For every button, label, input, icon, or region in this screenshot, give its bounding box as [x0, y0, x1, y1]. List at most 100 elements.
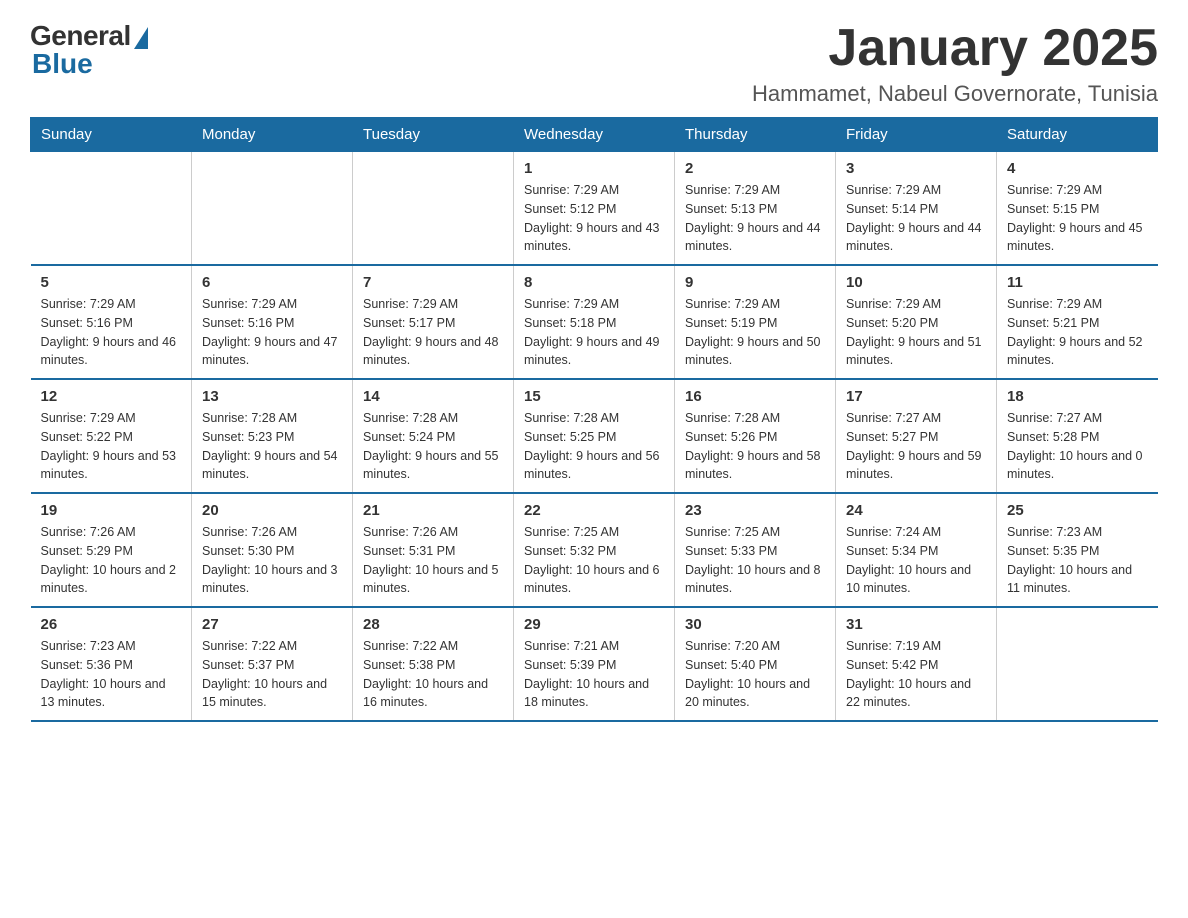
day-info: Sunrise: 7:23 AM Sunset: 5:36 PM Dayligh… — [41, 637, 182, 712]
day-number: 11 — [1007, 274, 1148, 291]
calendar-cell: 27 Sunrise: 7:22 AM Sunset: 5:37 PM Dayli… — [192, 607, 353, 721]
calendar-week-row: 1 Sunrise: 7:29 AM Sunset: 5:12 PM Daylig… — [31, 152, 1158, 266]
day-number: 15 — [524, 388, 664, 405]
day-number: 17 — [846, 388, 986, 405]
day-info: Sunrise: 7:29 AM Sunset: 5:13 PM Dayligh… — [685, 181, 825, 256]
calendar-cell: 25Sunrise: 7:23 AM Sunset: 5:35 PM Dayli… — [997, 493, 1158, 607]
day-number: 20 — [202, 502, 342, 519]
day-info: Sunrise: 7:29 AM Sunset: 5:19 PM Dayligh… — [685, 295, 825, 370]
calendar-cell: 11Sunrise: 7:29 AM Sunset: 5:21 PM Dayli… — [997, 265, 1158, 379]
calendar-cell: 29 Sunrise: 7:21 AM Sunset: 5:39 PM Dayli… — [514, 607, 675, 721]
day-number: 5 — [41, 274, 182, 291]
calendar-cell: 17Sunrise: 7:27 AM Sunset: 5:27 PM Dayli… — [836, 379, 997, 493]
day-info: Sunrise: 7:29 AM Sunset: 5:16 PM Dayligh… — [202, 295, 342, 370]
day-number: 19 — [41, 502, 182, 519]
day-info: Sunrise: 7:19 AM Sunset: 5:42 PM Dayligh… — [846, 637, 986, 712]
day-info: Sunrise: 7:23 AM Sunset: 5:35 PM Dayligh… — [1007, 523, 1148, 598]
calendar-cell: 8 Sunrise: 7:29 AM Sunset: 5:18 PM Daylig… — [514, 265, 675, 379]
calendar-cell: 14 Sunrise: 7:28 AM Sunset: 5:24 PM Dayli… — [353, 379, 514, 493]
calendar-cell: 7Sunrise: 7:29 AM Sunset: 5:17 PM Daylig… — [353, 265, 514, 379]
calendar-cell: 18 Sunrise: 7:27 AM Sunset: 5:28 PM Dayli… — [997, 379, 1158, 493]
day-number: 8 — [524, 274, 664, 291]
calendar-cell: 30Sunrise: 7:20 AM Sunset: 5:40 PM Dayli… — [675, 607, 836, 721]
calendar-cell: 28 Sunrise: 7:22 AM Sunset: 5:38 PM Dayli… — [353, 607, 514, 721]
day-number: 18 — [1007, 388, 1148, 405]
day-info: Sunrise: 7:29 AM Sunset: 5:20 PM Dayligh… — [846, 295, 986, 370]
title-block: January 2025 Hammamet, Nabeul Governorat… — [752, 20, 1158, 107]
day-number: 21 — [363, 502, 503, 519]
calendar-header-sunday: Sunday — [31, 118, 192, 152]
day-info: Sunrise: 7:29 AM Sunset: 5:15 PM Dayligh… — [1007, 181, 1148, 256]
calendar-week-row: 5 Sunrise: 7:29 AM Sunset: 5:16 PM Daylig… — [31, 265, 1158, 379]
day-info: Sunrise: 7:22 AM Sunset: 5:37 PM Dayligh… — [202, 637, 342, 712]
day-number: 27 — [202, 616, 342, 633]
day-number: 13 — [202, 388, 342, 405]
day-info: Sunrise: 7:29 AM Sunset: 5:17 PM Dayligh… — [363, 295, 503, 370]
calendar-header-monday: Monday — [192, 118, 353, 152]
calendar-cell: 22Sunrise: 7:25 AM Sunset: 5:32 PM Dayli… — [514, 493, 675, 607]
day-info: Sunrise: 7:26 AM Sunset: 5:29 PM Dayligh… — [41, 523, 182, 598]
day-number: 28 — [363, 616, 503, 633]
calendar-header-tuesday: Tuesday — [353, 118, 514, 152]
calendar-cell: 21 Sunrise: 7:26 AM Sunset: 5:31 PM Dayli… — [353, 493, 514, 607]
day-info: Sunrise: 7:25 AM Sunset: 5:33 PM Dayligh… — [685, 523, 825, 598]
day-number: 26 — [41, 616, 182, 633]
calendar-cell — [997, 607, 1158, 721]
calendar-cell: 16 Sunrise: 7:28 AM Sunset: 5:26 PM Dayli… — [675, 379, 836, 493]
day-number: 1 — [524, 160, 664, 177]
day-info: Sunrise: 7:20 AM Sunset: 5:40 PM Dayligh… — [685, 637, 825, 712]
day-info: Sunrise: 7:26 AM Sunset: 5:31 PM Dayligh… — [363, 523, 503, 598]
day-number: 29 — [524, 616, 664, 633]
calendar-cell: 26 Sunrise: 7:23 AM Sunset: 5:36 PM Dayli… — [31, 607, 192, 721]
logo-triangle-icon — [134, 27, 148, 49]
day-number: 31 — [846, 616, 986, 633]
calendar-cell: 4 Sunrise: 7:29 AM Sunset: 5:15 PM Daylig… — [997, 152, 1158, 266]
month-title: January 2025 — [752, 20, 1158, 77]
day-number: 6 — [202, 274, 342, 291]
day-info: Sunrise: 7:28 AM Sunset: 5:24 PM Dayligh… — [363, 409, 503, 484]
calendar-week-row: 12 Sunrise: 7:29 AM Sunset: 5:22 PM Dayli… — [31, 379, 1158, 493]
calendar-header-wednesday: Wednesday — [514, 118, 675, 152]
calendar-cell: 23 Sunrise: 7:25 AM Sunset: 5:33 PM Dayli… — [675, 493, 836, 607]
day-number: 16 — [685, 388, 825, 405]
calendar-cell: 6 Sunrise: 7:29 AM Sunset: 5:16 PM Daylig… — [192, 265, 353, 379]
day-info: Sunrise: 7:28 AM Sunset: 5:23 PM Dayligh… — [202, 409, 342, 484]
calendar-cell: 13 Sunrise: 7:28 AM Sunset: 5:23 PM Dayli… — [192, 379, 353, 493]
day-info: Sunrise: 7:22 AM Sunset: 5:38 PM Dayligh… — [363, 637, 503, 712]
day-info: Sunrise: 7:26 AM Sunset: 5:30 PM Dayligh… — [202, 523, 342, 598]
day-info: Sunrise: 7:29 AM Sunset: 5:18 PM Dayligh… — [524, 295, 664, 370]
day-info: Sunrise: 7:24 AM Sunset: 5:34 PM Dayligh… — [846, 523, 986, 598]
day-number: 10 — [846, 274, 986, 291]
calendar-cell — [353, 152, 514, 266]
calendar-cell: 15 Sunrise: 7:28 AM Sunset: 5:25 PM Dayli… — [514, 379, 675, 493]
day-info: Sunrise: 7:29 AM Sunset: 5:12 PM Dayligh… — [524, 181, 664, 256]
day-info: Sunrise: 7:21 AM Sunset: 5:39 PM Dayligh… — [524, 637, 664, 712]
calendar-cell: 10 Sunrise: 7:29 AM Sunset: 5:20 PM Dayli… — [836, 265, 997, 379]
calendar-cell: 2Sunrise: 7:29 AM Sunset: 5:13 PM Daylig… — [675, 152, 836, 266]
calendar-cell — [31, 152, 192, 266]
day-number: 12 — [41, 388, 182, 405]
calendar-cell: 9 Sunrise: 7:29 AM Sunset: 5:19 PM Daylig… — [675, 265, 836, 379]
logo: General Blue — [30, 20, 148, 80]
calendar-header-row: SundayMondayTuesdayWednesdayThursdayFrid… — [31, 118, 1158, 152]
calendar-cell: 12 Sunrise: 7:29 AM Sunset: 5:22 PM Dayli… — [31, 379, 192, 493]
day-number: 3 — [846, 160, 986, 177]
calendar-cell: 5 Sunrise: 7:29 AM Sunset: 5:16 PM Daylig… — [31, 265, 192, 379]
calendar-table: SundayMondayTuesdayWednesdayThursdayFrid… — [30, 117, 1158, 722]
calendar-cell: 1 Sunrise: 7:29 AM Sunset: 5:12 PM Daylig… — [514, 152, 675, 266]
day-info: Sunrise: 7:27 AM Sunset: 5:28 PM Dayligh… — [1007, 409, 1148, 484]
calendar-week-row: 26 Sunrise: 7:23 AM Sunset: 5:36 PM Dayli… — [31, 607, 1158, 721]
calendar-cell: 20 Sunrise: 7:26 AM Sunset: 5:30 PM Dayli… — [192, 493, 353, 607]
day-info: Sunrise: 7:29 AM Sunset: 5:22 PM Dayligh… — [41, 409, 182, 484]
calendar-cell: 3Sunrise: 7:29 AM Sunset: 5:14 PM Daylig… — [836, 152, 997, 266]
day-info: Sunrise: 7:28 AM Sunset: 5:26 PM Dayligh… — [685, 409, 825, 484]
location-title: Hammamet, Nabeul Governorate, Tunisia — [752, 81, 1158, 107]
day-number: 9 — [685, 274, 825, 291]
day-info: Sunrise: 7:29 AM Sunset: 5:16 PM Dayligh… — [41, 295, 182, 370]
day-number: 14 — [363, 388, 503, 405]
day-number: 23 — [685, 502, 825, 519]
day-info: Sunrise: 7:28 AM Sunset: 5:25 PM Dayligh… — [524, 409, 664, 484]
day-number: 24 — [846, 502, 986, 519]
day-number: 4 — [1007, 160, 1148, 177]
day-info: Sunrise: 7:25 AM Sunset: 5:32 PM Dayligh… — [524, 523, 664, 598]
